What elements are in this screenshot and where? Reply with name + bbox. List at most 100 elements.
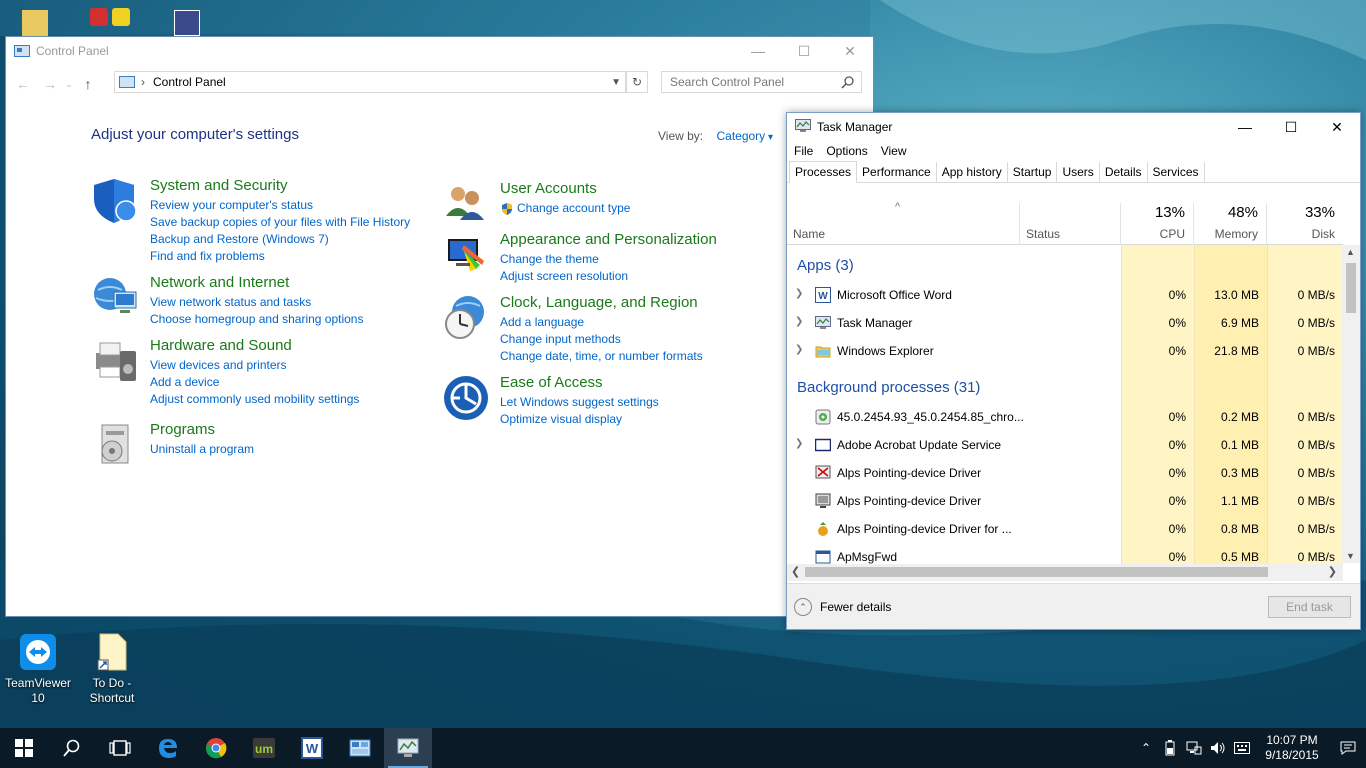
shield-icon[interactable] <box>92 177 140 225</box>
table-row[interactable]: ❯ Windows Explorer 0% 21.8 MB 0 MB/s <box>787 337 1343 365</box>
forward-arrow-icon[interactable]: → <box>38 76 62 92</box>
link-add-language[interactable]: Add a language <box>500 314 703 331</box>
taskbar-task-manager[interactable] <box>384 728 432 768</box>
scrollbar-thumb[interactable] <box>805 567 1268 577</box>
link-date-time-formats[interactable]: Change date, time, or number formats <box>500 348 703 365</box>
table-row[interactable]: ❯ Task Manager 0% 6.9 MB 0 MB/s <box>787 309 1343 337</box>
vertical-scrollbar[interactable]: ▲ ▼ <box>1342 245 1360 563</box>
volume-icon[interactable] <box>1206 741 1230 755</box>
address-bar[interactable]: › Control Panel ▼ <box>114 71 626 93</box>
globe-network-icon[interactable] <box>92 274 140 322</box>
link-change-theme[interactable]: Change the theme <box>500 251 717 268</box>
up-arrow-icon[interactable]: ↑ <box>76 76 100 92</box>
breadcrumb-chevron-icon[interactable]: › <box>141 75 145 89</box>
table-row[interactable]: Alps Pointing-device Driver 0% 0.3 MB 0 … <box>787 459 1343 487</box>
taskbar-clock[interactable]: 10:07 PM 9/18/2015 <box>1254 733 1330 763</box>
recent-dropdown-icon[interactable]: ⌄ <box>62 79 76 90</box>
column-header-status[interactable]: Status <box>1020 203 1121 245</box>
link-review-status[interactable]: Review your computer's status <box>150 197 410 214</box>
maximize-button[interactable]: ☐ <box>781 37 827 65</box>
tab-performance[interactable]: Performance <box>857 162 937 182</box>
programs-icon[interactable] <box>92 421 140 469</box>
tab-services[interactable]: Services <box>1148 162 1205 182</box>
link-screen-resolution[interactable]: Adjust screen resolution <box>500 268 717 285</box>
group-header-background[interactable]: Background processes (31) <box>797 379 980 396</box>
link-add-device[interactable]: Add a device <box>150 374 359 391</box>
chevron-down-icon[interactable]: ▼ <box>611 77 621 88</box>
column-header-cpu[interactable]: 13% CPU <box>1121 203 1194 245</box>
table-row[interactable]: ❯ W Microsoft Office Word 0% 13.0 MB 0 M… <box>787 281 1343 309</box>
task-manager-titlebar[interactable]: Task Manager — ☐ ✕ <box>787 113 1360 141</box>
scrollbar-thumb[interactable] <box>1346 263 1356 313</box>
link-network-status[interactable]: View network status and tasks <box>150 294 363 311</box>
tab-processes[interactable]: Processes <box>789 161 858 183</box>
link-suggest-settings[interactable]: Let Windows suggest settings <box>500 394 659 411</box>
column-header-name[interactable]: ^ Name <box>787 201 1020 245</box>
close-button[interactable]: ✕ <box>1314 113 1360 141</box>
taskbar-edge[interactable] <box>144 728 192 768</box>
taskbar-control-panel[interactable] <box>336 728 384 768</box>
table-row[interactable]: Alps Pointing-device Driver 0% 1.1 MB 0 … <box>787 487 1343 515</box>
end-task-button[interactable]: End task <box>1268 596 1351 618</box>
back-arrow-icon[interactable]: ← <box>8 76 38 92</box>
desktop-icon-teamviewer[interactable]: TeamViewer 10 <box>0 632 76 706</box>
keyboard-icon[interactable] <box>1230 742 1254 754</box>
scroll-up-icon[interactable]: ▲ <box>1346 247 1355 257</box>
link-devices-printers[interactable]: View devices and printers <box>150 357 359 374</box>
view-by-dropdown[interactable]: Category <box>716 129 773 143</box>
monitor-palette-icon[interactable] <box>442 231 490 279</box>
network-icon[interactable] <box>1182 741 1206 755</box>
table-row[interactable]: Alps Pointing-device Driver for ... 0% 0… <box>787 515 1343 543</box>
horizontal-scrollbar[interactable]: ❮ ❯ <box>787 564 1343 581</box>
desktop-icon-partial-image[interactable] <box>174 10 200 36</box>
fewer-details-button[interactable]: ⌃ Fewer details <box>794 598 891 616</box>
link-file-history[interactable]: Save backup copies of your files with Fi… <box>150 214 410 231</box>
column-header-memory[interactable]: 48% Memory <box>1194 203 1267 245</box>
action-center-icon[interactable] <box>1330 741 1366 755</box>
table-row[interactable]: ❯ Adobe Acrobat Update Service 0% 0.1 MB… <box>787 431 1343 459</box>
table-row[interactable]: ApMsgFwd 0% 0.5 MB 0 MB/s <box>787 543 1343 565</box>
minimize-button[interactable]: — <box>735 37 781 65</box>
link-input-methods[interactable]: Change input methods <box>500 331 703 348</box>
link-uninstall-program[interactable]: Uninstall a program <box>150 441 254 458</box>
category-title[interactable]: Network and Internet <box>150 274 363 291</box>
category-title[interactable]: Ease of Access <box>500 374 659 391</box>
clock-globe-icon[interactable] <box>442 294 490 342</box>
link-backup-restore[interactable]: Backup and Restore (Windows 7) <box>150 231 410 248</box>
menu-options[interactable]: Options <box>826 144 867 158</box>
taskbar-um-app[interactable]: um <box>240 728 288 768</box>
link-find-fix[interactable]: Find and fix problems <box>150 248 410 265</box>
tab-startup[interactable]: Startup <box>1008 162 1058 182</box>
tab-users[interactable]: Users <box>1057 162 1100 182</box>
battery-icon[interactable] <box>1158 740 1182 756</box>
printer-icon[interactable] <box>92 337 140 385</box>
taskbar-word[interactable]: W <box>288 728 336 768</box>
table-row[interactable]: 45.0.2454.93_45.0.2454.85_chro... 0% 0.2… <box>787 403 1343 431</box>
column-header-disk[interactable]: 33% Disk <box>1267 203 1343 245</box>
taskbar-chrome[interactable] <box>192 728 240 768</box>
group-header-apps[interactable]: Apps (3) <box>797 257 854 274</box>
tab-app-history[interactable]: App history <box>937 162 1008 182</box>
minimize-button[interactable]: — <box>1222 113 1268 141</box>
desktop-icon-todo-shortcut[interactable]: To Do - Shortcut <box>74 632 150 706</box>
scroll-down-icon[interactable]: ▼ <box>1346 551 1355 561</box>
link-mobility-settings[interactable]: Adjust commonly used mobility settings <box>150 391 359 408</box>
refresh-button[interactable]: ↻ <box>626 71 648 93</box>
category-title[interactable]: Hardware and Sound <box>150 337 359 354</box>
tab-details[interactable]: Details <box>1100 162 1148 182</box>
chevron-right-icon[interactable]: ❯ <box>795 288 803 299</box>
close-button[interactable]: ✕ <box>827 37 873 65</box>
category-title[interactable]: User Accounts <box>500 180 630 197</box>
users-icon[interactable] <box>442 180 490 228</box>
chevron-right-icon[interactable]: ❯ <box>795 344 803 355</box>
category-title[interactable]: System and Security <box>150 177 410 194</box>
search-input[interactable]: Search Control Panel <box>661 71 862 93</box>
scroll-left-icon[interactable]: ❮ <box>791 565 800 578</box>
category-title[interactable]: Clock, Language, and Region <box>500 294 703 311</box>
show-hidden-icons-chevron-icon[interactable]: ⌃ <box>1134 741 1158 755</box>
scroll-right-icon[interactable]: ❯ <box>1328 565 1337 578</box>
menu-view[interactable]: View <box>881 144 907 158</box>
search-icon[interactable] <box>841 75 855 92</box>
link-homegroup[interactable]: Choose homegroup and sharing options <box>150 311 363 328</box>
control-panel-titlebar[interactable]: Control Panel — ☐ ✕ <box>6 37 873 65</box>
